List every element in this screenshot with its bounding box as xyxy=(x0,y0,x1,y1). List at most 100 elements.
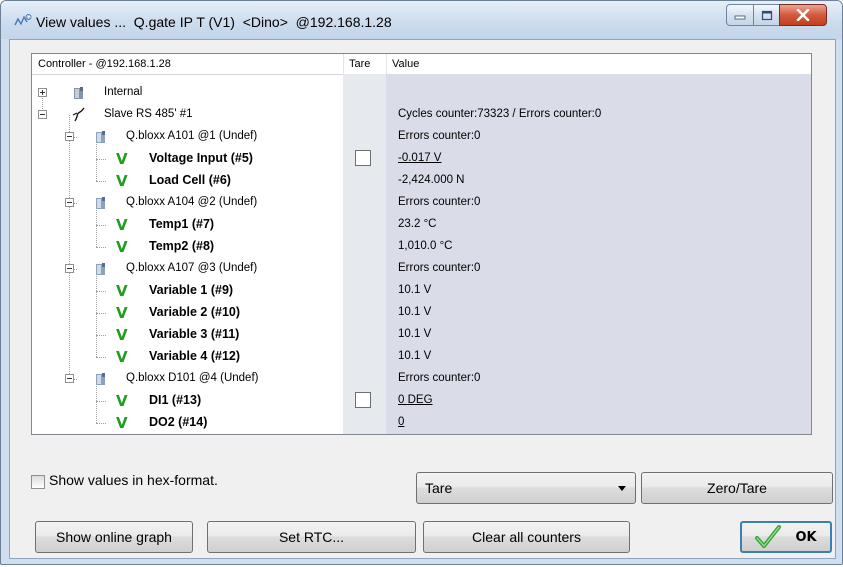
tree-row-module-a104[interactable]: Q.bloxx A104 @2 (Undef) Errors counter:0 xyxy=(32,192,811,214)
tree-row-channel-variable-2[interactable]: V Variable 2 (#10) 10.1 V xyxy=(32,302,811,324)
channel-ok-icon: V xyxy=(116,238,128,256)
tree-row-channel-variable-4[interactable]: V Variable 4 (#12) 10.1 V xyxy=(32,346,811,368)
tare-mode-value: Tare xyxy=(425,480,453,496)
collapse-icon[interactable] xyxy=(38,110,47,119)
module-icon xyxy=(96,263,105,275)
tree-row-module-a107[interactable]: Q.bloxx A107 @3 (Undef) Errors counter:0 xyxy=(32,258,811,280)
channel-ok-icon: V xyxy=(116,216,128,234)
value-cell: Errors counter:0 xyxy=(398,372,481,384)
values-tree[interactable]: Controller - @192.168.1.28 Tare Value In… xyxy=(31,53,812,435)
dialog-client-area: Controller - @192.168.1.28 Tare Value In… xyxy=(9,39,836,559)
module-icon xyxy=(96,131,105,143)
value-cell[interactable]: -0.017 V xyxy=(398,152,441,164)
tree-row-channel-variable-1[interactable]: V Variable 1 (#9) 10.1 V xyxy=(32,280,811,302)
tree-item-label: Temp2 (#8) xyxy=(149,239,215,253)
value-cell: 1,010.0 °C xyxy=(398,240,453,252)
zero-tare-button[interactable]: Zero/Tare xyxy=(641,472,833,504)
value-cell: Errors counter:0 xyxy=(398,130,481,142)
show-online-graph-label: Show online graph xyxy=(56,529,172,545)
close-button[interactable] xyxy=(779,4,827,26)
collapse-icon[interactable] xyxy=(65,264,74,273)
tree-item-label: Q.bloxx D101 @4 (Undef) xyxy=(126,372,259,384)
column-divider[interactable] xyxy=(343,54,344,74)
show-online-graph-button[interactable]: Show online graph xyxy=(35,521,193,553)
minimize-button[interactable] xyxy=(726,4,754,26)
value-cell: Errors counter:0 xyxy=(398,262,481,274)
tree-row-module-d101[interactable]: Q.bloxx D101 @4 (Undef) Errors counter:0 xyxy=(32,368,811,390)
tree-item-label: Slave RS 485' #1 xyxy=(104,108,193,120)
tree-item-label: Load Cell (#6) xyxy=(149,173,231,187)
view-values-window: G View values ... Q.gate IP T (V1) <Dino… xyxy=(0,0,843,565)
channel-ok-icon: V xyxy=(116,392,128,410)
tree-item-label: Voltage Input (#5) xyxy=(149,151,253,165)
ok-button[interactable]: OK xyxy=(740,521,832,553)
maximize-button[interactable] xyxy=(753,4,780,26)
dropdown-arrow-icon xyxy=(618,486,626,491)
clear-all-counters-button[interactable]: Clear all counters xyxy=(423,521,630,553)
tree-item-label: Variable 2 (#10) xyxy=(149,305,241,319)
channel-ok-icon: V xyxy=(116,414,128,432)
value-cell: 10.1 V xyxy=(398,328,432,340)
tree-row-internal[interactable]: Internal xyxy=(32,82,811,104)
value-cell: Cycles counter:73323 / Errors counter:0 xyxy=(398,108,602,120)
tree-row-channel-do2[interactable]: V DO2 (#14) 0 xyxy=(32,412,811,434)
tare-mode-select[interactable]: Tare xyxy=(416,472,636,504)
collapse-icon[interactable] xyxy=(65,374,74,383)
column-header-tare[interactable]: Tare xyxy=(349,58,370,70)
value-cell: 23.2 °C xyxy=(398,218,437,230)
value-cell: 10.1 V xyxy=(398,306,432,318)
tree-item-label: DO2 (#14) xyxy=(149,415,208,429)
channel-ok-icon: V xyxy=(116,326,128,344)
module-icon xyxy=(74,87,83,99)
column-header: Controller - @192.168.1.28 Tare Value xyxy=(32,54,811,75)
close-icon xyxy=(796,9,810,21)
tree-item-label: Q.bloxx A107 @3 (Undef) xyxy=(126,262,258,274)
tree-item-label: Variable 1 (#9) xyxy=(149,283,234,297)
set-rtc-label: Set RTC... xyxy=(278,529,345,545)
ok-label: OK xyxy=(795,529,817,545)
title-bar[interactable]: G View values ... Q.gate IP T (V1) <Dino… xyxy=(1,1,842,39)
collapse-icon[interactable] xyxy=(65,132,74,141)
clear-all-counters-label: Clear all counters xyxy=(472,529,581,545)
channel-ok-icon: V xyxy=(116,172,128,190)
hex-format-label[interactable]: Show values in hex-format. xyxy=(49,472,218,488)
column-divider[interactable] xyxy=(386,54,387,74)
tree-row-channel-voltage-input[interactable]: V Voltage Input (#5) -0.017 V xyxy=(32,148,811,170)
channel-ok-icon: V xyxy=(116,282,128,300)
tree-row-channel-load-cell[interactable]: V Load Cell (#6) -2,424.000 N xyxy=(32,170,811,192)
tare-checkbox[interactable] xyxy=(355,392,371,408)
tree-item-label: Internal xyxy=(104,86,143,98)
channel-ok-icon: V xyxy=(116,348,128,366)
value-cell[interactable]: 0 xyxy=(398,416,404,428)
tree-item-label: Variable 4 (#12) xyxy=(149,349,241,363)
value-cell: 10.1 V xyxy=(398,350,432,362)
module-icon xyxy=(96,197,105,209)
tree-row-slave-bus[interactable]: Slave RS 485' #1 Cycles counter:73323 / … xyxy=(32,104,811,126)
tree-item-label: Variable 3 (#11) xyxy=(149,327,240,341)
collapse-icon[interactable] xyxy=(65,198,74,207)
tree-item-label: DI1 (#13) xyxy=(149,393,202,407)
value-cell: 10.1 V xyxy=(398,284,432,296)
tree-row-module-a101[interactable]: Q.bloxx A101 @1 (Undef) Errors counter:0 xyxy=(32,126,811,148)
minimize-icon xyxy=(734,15,746,20)
tree-row-channel-variable-3[interactable]: V Variable 3 (#11) 10.1 V xyxy=(32,324,811,346)
value-cell[interactable]: 0 DEG xyxy=(398,394,433,406)
expand-icon[interactable] xyxy=(38,88,47,97)
column-header-value[interactable]: Value xyxy=(392,58,419,70)
tare-checkbox[interactable] xyxy=(355,150,371,166)
set-rtc-button[interactable]: Set RTC... xyxy=(207,521,416,553)
maximize-icon xyxy=(761,10,772,20)
tree-row-channel-temp1[interactable]: V Temp1 (#7) 23.2 °C xyxy=(32,214,811,236)
column-header-controller[interactable]: Controller - @192.168.1.28 xyxy=(38,58,171,70)
module-icon xyxy=(96,373,105,385)
tree-item-label: Q.bloxx A104 @2 (Undef) xyxy=(126,196,258,208)
tree-item-label: Temp1 (#7) xyxy=(149,217,215,231)
channel-ok-icon: V xyxy=(116,304,128,322)
value-cell: Errors counter:0 xyxy=(398,196,481,208)
window-title: View values ... Q.gate IP T (V1) <Dino> … xyxy=(36,14,392,30)
tree-row-channel-di1[interactable]: V DI1 (#13) 0 DEG xyxy=(32,390,811,412)
tree-item-label: Q.bloxx A101 @1 (Undef) xyxy=(126,130,258,142)
hex-format-checkbox[interactable] xyxy=(31,475,45,489)
checkmark-icon xyxy=(755,525,782,548)
tree-row-channel-temp2[interactable]: V Temp2 (#8) 1,010.0 °C xyxy=(32,236,811,258)
